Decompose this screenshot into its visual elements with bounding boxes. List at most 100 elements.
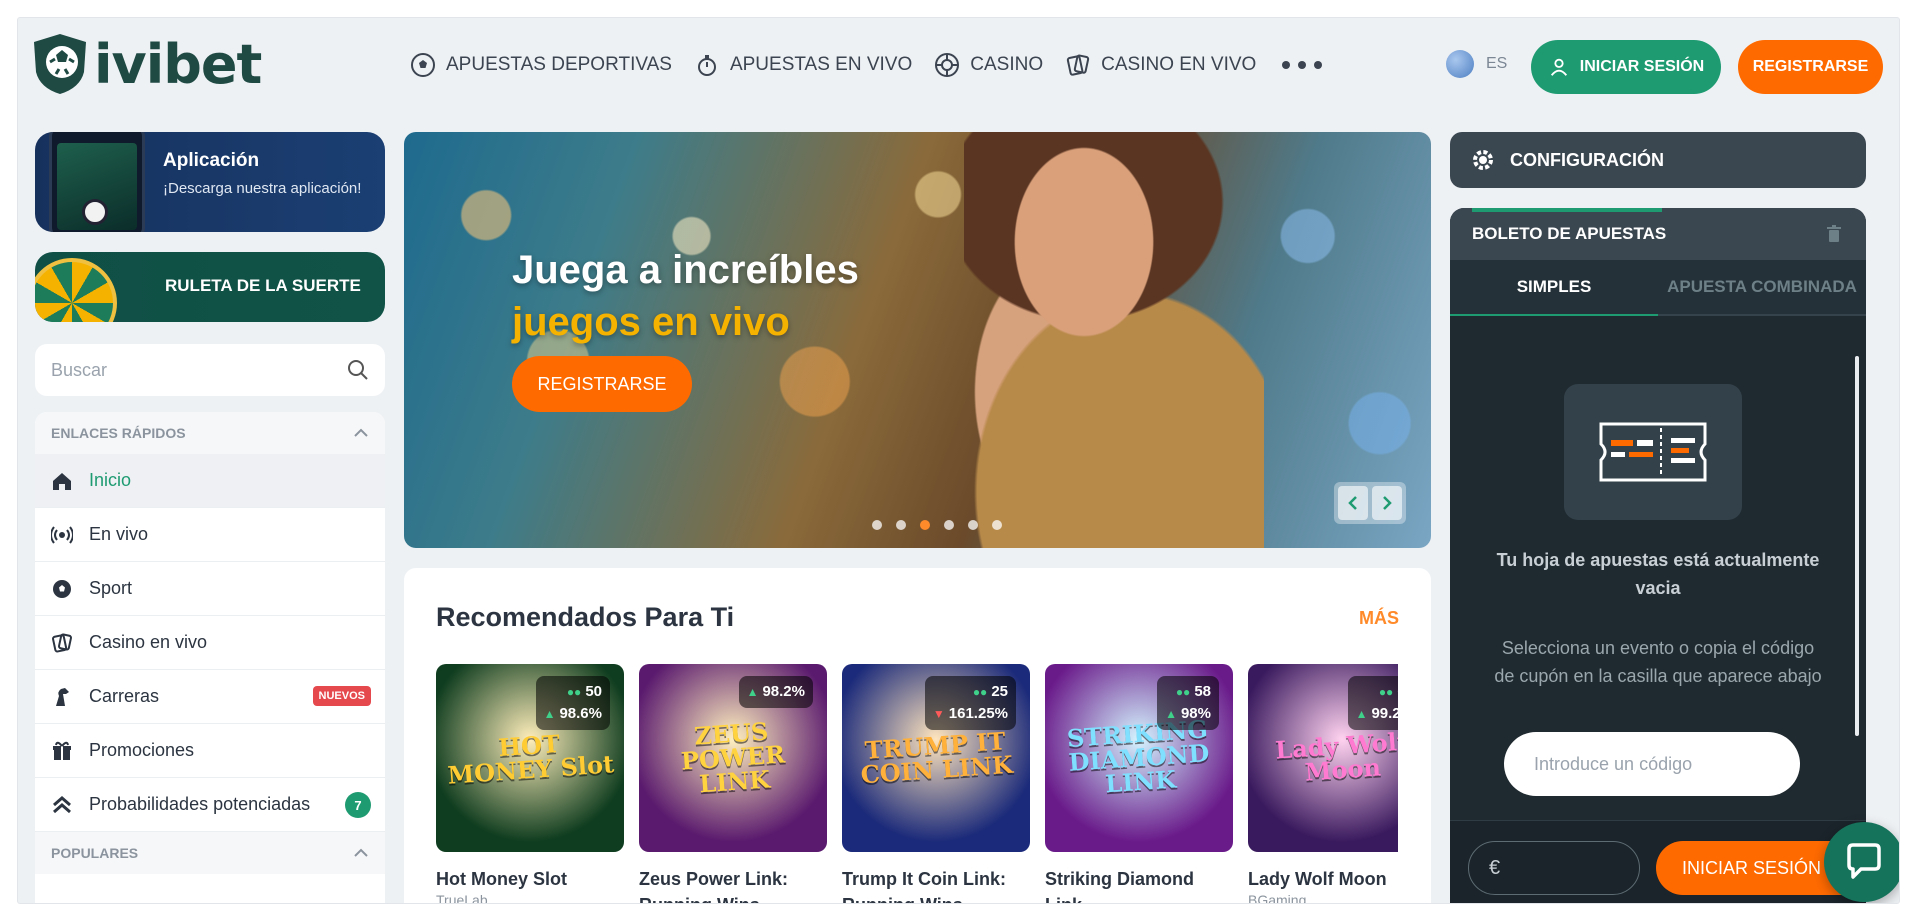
players-value: 62: [1397, 683, 1398, 700]
wheel-icon: [35, 258, 117, 322]
horse-icon: [56, 687, 69, 706]
carousel-dot[interactable]: [992, 520, 1002, 530]
trash-icon[interactable]: [1824, 224, 1844, 244]
next-slide-button[interactable]: [1372, 486, 1402, 520]
nav-label: CASINO EN VIVO: [1101, 54, 1257, 75]
nav-casino[interactable]: CASINO: [934, 52, 1043, 78]
players-count: ●● 25: [933, 681, 1008, 703]
players-count: ●●62: [1356, 681, 1398, 703]
banner-image: [964, 132, 1264, 548]
ticket-icon: [1599, 422, 1707, 482]
carousel-dot[interactable]: [896, 520, 906, 530]
sidebar-item-label: Inicio: [89, 470, 132, 490]
carousel-dot[interactable]: [872, 520, 882, 530]
nav-sports-betting[interactable]: APUESTAS DEPORTIVAS: [410, 52, 672, 78]
game-stats-badge: ●● 25 ▼ 161.25%: [924, 676, 1016, 730]
register-button[interactable]: REGISTRARSE: [1738, 40, 1883, 94]
stake-input[interactable]: €: [1468, 841, 1640, 895]
nav-live-betting[interactable]: APUESTAS EN VIVO: [694, 52, 912, 78]
more-link[interactable]: MÁS: [1359, 608, 1399, 629]
players-icon: ●●: [1378, 685, 1394, 699]
hero-banner[interactable]: Juega a increíbles juegos en vivo REGIST…: [404, 132, 1431, 548]
game-carousel: HOT MONEY Slot ●● 50 ▲ 98.6% Hot Money Slot Tr…: [436, 664, 1398, 903]
game-thumbnail: Lady Wolf Moon●●62▲99.2%: [1248, 664, 1398, 852]
quick-links-header[interactable]: ENLACES RÁPIDOS: [35, 412, 385, 454]
user-icon: [1550, 58, 1567, 76]
game-card[interactable]: ZEUS POWER LINK ▲98.2% Zeus Power Link: Ru…: [639, 664, 827, 903]
more-dots-icon[interactable]: [1282, 61, 1323, 69]
rtp-value: 99.2%: [1371, 705, 1398, 722]
rtp-value-row: ▲99.2%: [1356, 703, 1398, 725]
players-icon: ●●: [1175, 685, 1191, 699]
rtp-value: 98.6%: [559, 705, 602, 722]
hero-title-line2: juegos en vivo: [512, 300, 790, 344]
game-stats-badge: ●●62▲99.2%: [1347, 676, 1398, 730]
game-card[interactable]: TRUMP IT COIN LINK ●● 25 ▼ 161.25% Trump It C…: [842, 664, 1030, 903]
game-card[interactable]: HOT MONEY Slot ●● 50 ▲ 98.6% Hot Money Slot Tr…: [436, 664, 624, 903]
sidebar-item-live[interactable]: En vivo: [35, 508, 385, 562]
login-label: INICIAR SESIÓN: [1579, 58, 1705, 75]
currency-symbol: €: [1489, 856, 1501, 879]
rtp-value-row: ▲ 98.2%: [747, 681, 805, 703]
search-input[interactable]: [51, 359, 347, 381]
settings-button[interactable]: CONFIGURACIÓN: [1450, 132, 1866, 188]
settings-label: CONFIGURACIÓN: [1510, 149, 1664, 170]
login-button[interactable]: INICIAR SESIÓN: [1531, 40, 1721, 94]
game-card[interactable]: Lady Wolf Moon●●62▲99.2%Lady Wolf MoonBG…: [1248, 664, 1398, 903]
tab-combo[interactable]: APUESTA COMBINADA: [1658, 260, 1866, 316]
game-name: Hot Money Slot: [436, 869, 567, 889]
roulette-icon: [935, 53, 960, 77]
sidebar-item-sport[interactable]: Sport: [35, 562, 385, 616]
nav-label: CASINO: [970, 54, 1044, 75]
nav-label: APUESTAS EN VIVO: [729, 54, 913, 75]
phone-image: [49, 132, 145, 232]
stopwatch-icon: [697, 55, 716, 76]
sidebar-item-races[interactable]: Carreras NUEVOS: [35, 670, 385, 724]
game-logo-text: HOT MONEY Slot: [446, 728, 615, 790]
rtp-value: 98.2%: [762, 683, 805, 700]
tab-singles[interactable]: SIMPLES: [1450, 260, 1658, 316]
language-selector[interactable]: ES: [1446, 50, 1507, 78]
live-chat-button[interactable]: [1824, 822, 1899, 902]
brand-logo[interactable]: ivibet: [30, 32, 262, 96]
hero-title-line1: Juega a increíbles: [512, 248, 859, 292]
hero-register-button[interactable]: REGISTRARSE: [512, 356, 692, 412]
carousel-dot-active[interactable]: [920, 520, 930, 530]
rtp-arrow-icon: ▲: [746, 685, 759, 699]
prev-slide-button[interactable]: [1338, 486, 1368, 520]
sidebar-item-home[interactable]: Inicio: [35, 454, 385, 508]
nav-live-casino[interactable]: CASINO EN VIVO: [1065, 52, 1256, 78]
game-card[interactable]: STRIKING DIAMOND LINK ●● 58 ▲ 98% Striking Di…: [1045, 664, 1233, 903]
sidebar-item-label: Sport: [89, 578, 133, 598]
carousel-dot[interactable]: [968, 520, 978, 530]
game-provider: TrueLab: [436, 892, 488, 903]
game-stats-badge: ●● 50 ▲ 98.6%: [535, 676, 610, 730]
players-value: 50: [585, 683, 602, 700]
rtp-value-row: ▲ 98%: [1165, 703, 1211, 725]
coupon-code-input[interactable]: [1504, 732, 1800, 796]
top-header: ivibet APUESTAS DEPORTIVAS APUESTAS EN V…: [18, 18, 1899, 114]
sidebar-item-boosted-odds[interactable]: Probabilidades potenciadas 7: [35, 778, 385, 832]
players-icon: ●●: [972, 685, 988, 699]
popular-header[interactable]: POPULARES: [35, 832, 385, 874]
sidebar-menu: ENLACES RÁPIDOS Inicio En vivo Sport Cas…: [35, 412, 385, 903]
rtp-value: 98%: [1180, 705, 1211, 722]
sidebar-item-label: En vivo: [89, 524, 149, 544]
brand-name: ivibet: [94, 32, 262, 96]
live-signal-icon: [51, 525, 73, 544]
betslip-scrollbar[interactable]: [1854, 338, 1860, 768]
app-download-promo[interactable]: Aplicación ¡Descarga nuestra aplicación!: [35, 132, 385, 232]
players-icon: ●●: [566, 685, 582, 699]
rtp-arrow-icon: ▼: [932, 707, 945, 721]
lucky-wheel-promo[interactable]: RULETA DE LA SUERTE: [35, 252, 385, 322]
game-thumbnail: ZEUS POWER LINK ▲ 98.2%: [639, 664, 827, 852]
search-box: [35, 344, 385, 396]
game-logo-text: ZEUS POWER LINK: [680, 716, 786, 799]
sidebar-item-live-casino[interactable]: Casino en vivo: [35, 616, 385, 670]
sidebar-item-promotions[interactable]: Promociones: [35, 724, 385, 778]
game-name: Zeus Power Link: Running Wins: [639, 869, 789, 903]
app-window: ivibet APUESTAS DEPORTIVAS APUESTAS EN V…: [18, 18, 1899, 903]
search-icon[interactable]: [347, 359, 369, 381]
carousel-dot[interactable]: [944, 520, 954, 530]
rtp-arrow-icon: ▲: [543, 707, 556, 721]
